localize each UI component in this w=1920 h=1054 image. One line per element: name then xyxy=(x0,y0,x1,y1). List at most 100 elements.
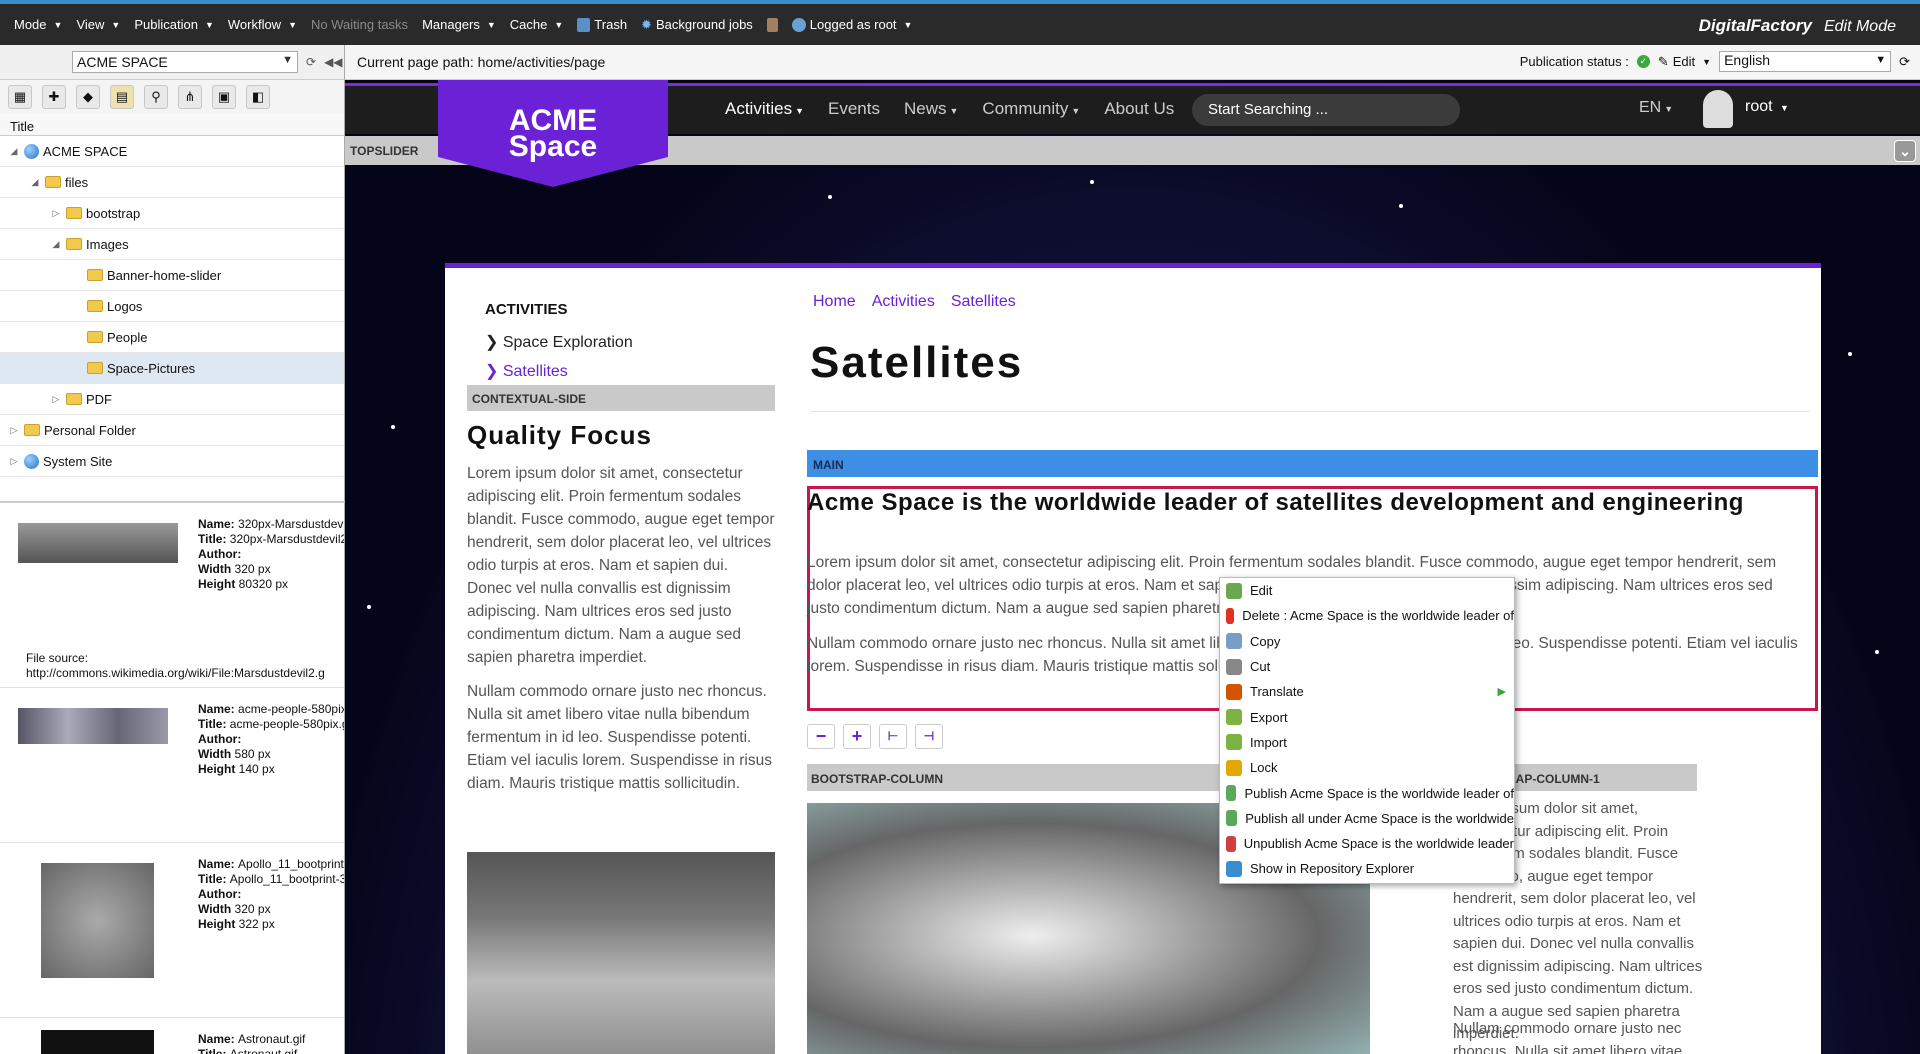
breadcrumb-home[interactable]: Home xyxy=(813,293,856,311)
collapse-panel-icon[interactable]: ◀◀ xyxy=(324,55,342,69)
context-menu-item[interactable]: Edit xyxy=(1220,578,1514,603)
page-preview: Activities ▼ Events News ▼ Community ▼ About Us… xyxy=(345,80,1920,1054)
refresh-icon[interactable]: ⟳ xyxy=(1899,54,1910,70)
acme-space-logo[interactable]: ACME Space xyxy=(438,80,668,187)
create-content-icon[interactable]: ✚ xyxy=(42,84,66,109)
context-menu-item[interactable]: Unpublish Acme Space is the worldwide le… xyxy=(1220,831,1514,856)
meta-name-value: Astronaut.gif xyxy=(238,1032,306,1046)
expand-toggle-icon[interactable]: ▷ xyxy=(8,456,20,467)
user-globe-icon xyxy=(791,17,806,32)
thumbnail-card[interactable]: Name: acme-people-580pix.gifTitle: acme-… xyxy=(0,688,344,843)
site-search-input[interactable]: Start Searching ... xyxy=(1192,94,1460,126)
meta-width: Width 320 px xyxy=(198,562,344,577)
area-options-icon[interactable]: ⌄ xyxy=(1894,140,1916,162)
folder-icon xyxy=(24,424,40,436)
meta-name-label: Name: xyxy=(198,517,239,531)
context-menu-item[interactable]: Publish Acme Space is the worldwide lead… xyxy=(1220,780,1514,805)
expand-toggle-icon[interactable]: ▷ xyxy=(50,208,62,219)
nav-item-about-us[interactable]: About Us xyxy=(1104,99,1174,119)
context-menu-item-label: Publish all under Acme Space is the worl… xyxy=(1245,810,1514,826)
menu-managers[interactable]: Managers ▼ xyxy=(422,17,496,32)
menu-cache[interactable]: Cache ▼ xyxy=(510,17,564,32)
context-menu-item[interactable]: Translate ▶ xyxy=(1220,679,1514,704)
move-left-button[interactable]: ⊢ xyxy=(879,724,907,749)
thumbnail-card[interactable]: Name: Apollo_11_bootprint-320px.gifTitle… xyxy=(0,843,344,1018)
pages-icon[interactable]: ▣ xyxy=(212,84,236,109)
site-select[interactable]: ACME SPACE ▼ xyxy=(72,51,298,73)
menu-publication[interactable]: Publication ▼ xyxy=(134,17,214,32)
user-menu-label: root xyxy=(1745,98,1773,115)
tree-item[interactable]: ◢ Images xyxy=(0,229,344,260)
expand-toggle-icon[interactable]: ◢ xyxy=(29,177,41,188)
files-icon[interactable]: ▤ xyxy=(110,84,134,109)
meta-width: Width 580 px xyxy=(198,747,344,762)
edit-menu[interactable]: ✎ Edit ▼ xyxy=(1658,54,1711,70)
nav-item-community[interactable]: Community ▼ xyxy=(982,99,1080,119)
meta-height-label: Height xyxy=(198,577,239,591)
context-menu-item[interactable]: Export xyxy=(1220,704,1514,729)
side-link-satellites[interactable]: ❯ Satellites xyxy=(485,361,568,381)
tree-item[interactable]: Logos xyxy=(0,291,344,322)
expand-toggle-icon[interactable]: ▷ xyxy=(50,394,62,405)
nav-item-news[interactable]: News ▼ xyxy=(904,99,958,119)
expand-toggle-icon[interactable]: ◢ xyxy=(8,146,20,157)
menu-user[interactable]: Logged as root ▼ xyxy=(791,17,912,32)
context-menu-item[interactable]: Import xyxy=(1220,730,1514,755)
menu-view[interactable]: View ▼ xyxy=(76,17,120,32)
tree-item[interactable]: ◢ ACME SPACE xyxy=(0,136,344,167)
remove-button[interactable]: − xyxy=(807,724,835,749)
published-check-icon: ✓ xyxy=(1636,55,1650,68)
side-link-space-exploration[interactable]: ❯ Space Exploration xyxy=(485,332,633,352)
tree-item[interactable]: People xyxy=(0,322,344,353)
menu-workflow[interactable]: Workflow ▼ xyxy=(228,17,297,32)
tree-item[interactable]: Banner-home-slider xyxy=(0,260,344,291)
expand-toggle-icon[interactable]: ◢ xyxy=(50,239,62,250)
folder-icon xyxy=(66,393,82,405)
meta-height: Height 80320 px xyxy=(198,577,344,592)
tree-item[interactable]: ◢ files xyxy=(0,167,344,198)
components-icon[interactable]: ◆ xyxy=(76,84,100,109)
tree-item[interactable]: ▷ System Site xyxy=(0,446,344,477)
menu-mode[interactable]: Mode ▼ xyxy=(14,17,62,32)
tree-item[interactable]: ▷ bootstrap xyxy=(0,198,344,229)
tree-item[interactable]: ▷ PDF xyxy=(0,384,344,415)
context-menu-item[interactable]: Delete : Acme Space is the worldwide lea… xyxy=(1220,603,1514,628)
language-switcher[interactable]: EN ▼ xyxy=(1639,99,1673,117)
channels-icon[interactable]: ◧ xyxy=(246,84,270,109)
meta-width-label: Width xyxy=(198,747,235,761)
divider xyxy=(810,411,1810,412)
tree-item[interactable]: ▷ Personal Folder xyxy=(0,415,344,446)
breadcrumb-satellites[interactable]: Satellites xyxy=(951,293,1016,311)
translate-icon xyxy=(1226,683,1242,700)
pencil-icon: ✎ xyxy=(1657,53,1669,69)
menu-background-jobs[interactable]: ✹ Background jobs xyxy=(641,17,753,33)
nav-item-events[interactable]: Events xyxy=(828,99,880,119)
context-menu-item[interactable]: Cut xyxy=(1220,654,1514,679)
user-menu[interactable]: root ▼ xyxy=(1745,98,1789,116)
meta-height: Height 322 px xyxy=(198,917,344,932)
clipboard-button[interactable] xyxy=(766,17,778,32)
tree-item[interactable]: Space-Pictures xyxy=(0,353,344,384)
sitemap-icon[interactable]: ⋔ xyxy=(178,84,202,109)
content-tab-icon[interactable]: ▦ xyxy=(8,84,32,109)
context-menu-item[interactable]: Copy xyxy=(1220,629,1514,654)
avatar[interactable] xyxy=(1703,90,1733,128)
refresh-icon[interactable]: ⟳ xyxy=(306,55,316,69)
context-menu-item[interactable]: Lock xyxy=(1220,755,1514,780)
main-area-label: MAIN xyxy=(807,450,1818,477)
context-menu-item[interactable]: Publish all under Acme Space is the worl… xyxy=(1220,806,1514,831)
move-right-button[interactable]: ⊣ xyxy=(915,724,943,749)
expand-toggle-icon[interactable]: ▷ xyxy=(8,425,20,436)
add-button[interactable]: + xyxy=(843,724,871,749)
thumbnail-card[interactable]: Name: 320px-Marsdustdevil2.gifTitle: 320… xyxy=(0,503,344,688)
search-icon[interactable]: ⚲ xyxy=(144,84,168,109)
context-menu-item[interactable]: Show in Repository Explorer xyxy=(1220,856,1514,881)
chevron-down-icon: ▼ xyxy=(486,19,496,30)
menu-trash[interactable]: Trash xyxy=(577,17,627,32)
language-select[interactable]: English ▼ xyxy=(1719,51,1892,72)
logo-line-2: Space xyxy=(508,129,598,163)
nav-item-activities[interactable]: Activities ▼ xyxy=(725,99,804,119)
breadcrumb-activities[interactable]: Activities xyxy=(872,293,935,311)
thumbnail-card[interactable]: Name: Astronaut.gif Title: Astronaut.gif xyxy=(0,1018,344,1054)
lock-icon xyxy=(1226,759,1242,776)
